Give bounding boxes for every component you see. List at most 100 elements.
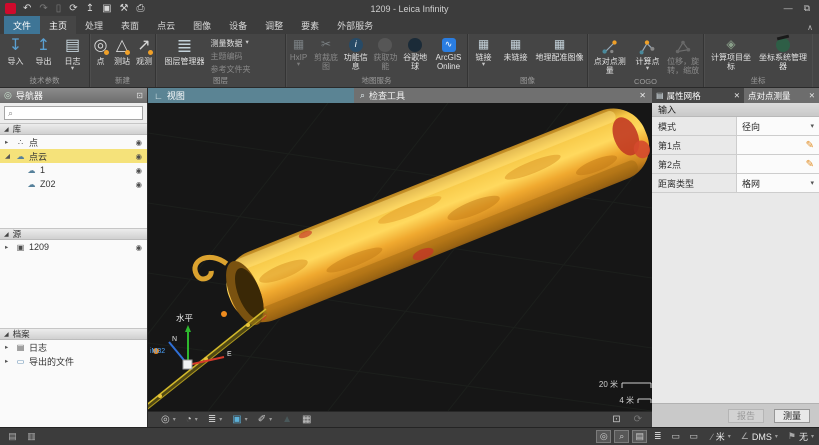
expand-icon[interactable]: ▸ — [5, 243, 12, 251]
new-station-button[interactable]: △ 测站 — [111, 35, 133, 78]
collapse-ribbon-button[interactable]: ∧ — [807, 23, 813, 32]
tree-item-points[interactable]: ▸ ∴ 点 ◉ — [0, 135, 147, 149]
angle-unit-selector[interactable]: ∠ DMS ▾ — [741, 431, 778, 442]
grid-toggle[interactable]: ▦ — [302, 414, 311, 425]
visibility-eye-icon[interactable]: ◉ — [135, 166, 142, 175]
compute-point-button[interactable]: 计算点 ▾ — [632, 35, 664, 78]
visibility-eye-icon[interactable]: ◉ — [135, 180, 142, 189]
point-to-point-caption[interactable]: 点对点测量 ✕ — [744, 88, 819, 103]
section-source[interactable]: ◢ 源 — [0, 228, 147, 240]
compute-project-coordinates-button[interactable]: ◈ 计算项目坐标 — [706, 35, 756, 78]
search-box[interactable]: ⌕ — [4, 106, 143, 120]
tab-home[interactable]: 主页 — [40, 16, 76, 34]
expand-icon[interactable]: ◢ — [5, 152, 12, 160]
undo-icon[interactable]: ↶ — [23, 3, 31, 14]
measurement-data-button[interactable]: 测量数据 ▾ — [211, 38, 283, 49]
hxip-button[interactable]: ▦ HxIP ▾ — [286, 35, 311, 78]
tree-item-source-1209[interactable]: ▸ ▣ 1209 ◉ — [0, 240, 147, 254]
print-icon[interactable]: ⎙ — [137, 3, 145, 14]
point-style-dropdown[interactable]: ▣ ▾ — [232, 414, 247, 425]
pane-toggle-1-icon[interactable]: ▤ — [5, 430, 20, 443]
reports-button[interactable]: ▤ 日志 ▾ — [58, 35, 88, 78]
section-library[interactable]: ◢ 库 — [0, 123, 147, 135]
distance-unit-selector[interactable]: ∕ 米 ▾ — [711, 430, 731, 443]
report-button[interactable]: 报告 — [728, 409, 764, 423]
paint-tool-dropdown[interactable]: ✐ ▾ — [258, 414, 272, 425]
tree-item-cloud-z02[interactable]: ☁ Z02 ◉ — [0, 177, 147, 191]
layer-display-dropdown[interactable]: ≣ ▾ — [208, 414, 222, 425]
3d-canvas[interactable]: 水平 N E iM32 20 米 4 米 — [148, 103, 652, 411]
tab-features[interactable]: 要素 — [292, 16, 328, 34]
tree-item-exported-files[interactable]: ▸ ▭ 导出的文件 — [0, 354, 147, 368]
visibility-eye-icon[interactable]: ◉ — [135, 243, 142, 252]
close-icon[interactable]: ✕ — [809, 91, 815, 100]
close-icon[interactable]: ✕ — [734, 91, 740, 100]
report-toggle-icon[interactable]: ▭ — [668, 430, 683, 443]
navigator-toggle-icon[interactable]: ◎ — [596, 430, 611, 443]
measure-button[interactable]: 测量 — [774, 409, 810, 423]
redo-icon[interactable]: ↷ — [39, 3, 47, 14]
visibility-eye-icon[interactable]: ◉ — [135, 152, 142, 161]
edit-pencil-icon[interactable]: ✎ — [806, 159, 814, 170]
inspect-tools-caption[interactable]: ⌕ 检查工具 ✕ — [354, 88, 652, 103]
pane-toggle-2-icon[interactable]: ▥ — [24, 430, 39, 443]
tree-item-cloud-1[interactable]: ☁ 1 ◉ — [0, 163, 147, 177]
tab-file[interactable]: 文件 — [4, 16, 40, 34]
property-grid-caption[interactable]: ▤ 属性网格 ✕ — [652, 88, 744, 103]
tools-icon[interactable]: ⚒ — [120, 3, 129, 14]
tab-point-clouds[interactable]: 点云 — [148, 16, 184, 34]
restore-button[interactable]: ⧉ — [804, 3, 810, 14]
edit-pencil-icon[interactable]: ✎ — [806, 140, 814, 151]
tree-item-point-clouds[interactable]: ◢ ☁ 点云 ◉ — [0, 149, 147, 163]
theme-coding-button[interactable]: 主题编码 — [211, 51, 283, 62]
tab-instruments[interactable]: 设备 — [220, 16, 256, 34]
import-button[interactable]: ↧ 导入 — [2, 35, 30, 78]
panel-pin-icon[interactable]: ⊡ — [136, 91, 143, 100]
section-archive[interactable]: ◢ 档案 — [0, 328, 147, 340]
reference-folder-button[interactable]: 参考文件夹 — [211, 64, 283, 75]
tab-processing[interactable]: 处理 — [76, 16, 112, 34]
mode-select[interactable]: 径向 ▾ — [736, 117, 819, 135]
render-mode-dropdown[interactable]: ◔ ▾ — [186, 414, 198, 425]
export-project-icon[interactable]: ↥ — [86, 3, 94, 14]
delete-icon[interactable]: ▯ — [56, 3, 62, 14]
folder-toggle-icon[interactable]: ▭ — [686, 430, 701, 443]
minimize-button[interactable]: — — [784, 3, 793, 14]
distance-type-select[interactable]: 格网 ▾ — [736, 174, 819, 192]
clip-basemap-button[interactable]: ✂ 剪裁底图 — [311, 35, 341, 78]
arcgis-online-button[interactable]: ∿ ArcGIS Online — [430, 35, 467, 78]
reset-view-button[interactable]: ⟳ — [634, 414, 642, 425]
unlink-image-button[interactable]: ▦ 未链接 — [499, 35, 533, 78]
export-button[interactable]: ↥ 导出 — [30, 35, 58, 78]
terrain-toggle[interactable]: ▲ — [282, 414, 292, 425]
expand-icon[interactable]: ▸ — [5, 343, 12, 351]
point2-field[interactable]: ✎ — [736, 155, 819, 173]
google-earth-button[interactable]: 谷歌地球 — [400, 35, 430, 78]
new-observation-button[interactable]: ↗ 观测 — [133, 35, 155, 78]
window-icon[interactable]: ▣ — [102, 3, 111, 14]
tab-images[interactable]: 图像 — [184, 16, 220, 34]
property-grid-toggle-icon[interactable]: ▤ — [632, 430, 647, 443]
layers-toggle-icon[interactable]: ≣ — [650, 430, 665, 443]
feature-info-button[interactable]: i 功能信息 — [341, 35, 371, 78]
inspect-toggle-icon[interactable]: ⌕ — [614, 430, 629, 443]
link-image-button[interactable]: ▦ 链接 ▾ — [469, 35, 499, 78]
tree-item-reports[interactable]: ▸ ▤ 日志 — [0, 340, 147, 354]
sync-icon[interactable]: ⟳ — [69, 3, 77, 14]
zoom-extents-button[interactable]: ⊡ — [612, 414, 620, 425]
coordinate-system-manager-button[interactable]: 坐标系统管理器 — [756, 35, 810, 78]
search-input[interactable] — [16, 108, 139, 118]
new-point-button[interactable]: ◎ 点 — [90, 35, 111, 78]
visibility-dropdown[interactable]: ◎ ▾ — [161, 414, 176, 425]
point-to-point-measure-button[interactable]: 点对点测量 — [588, 35, 632, 78]
tab-surfaces[interactable]: 表面 — [112, 16, 148, 34]
expand-icon[interactable]: ▸ — [5, 357, 12, 365]
get-features-button[interactable]: 获取功能 — [371, 35, 401, 78]
georeference-image-button[interactable]: ▦ 地理配准图像 — [533, 35, 587, 78]
visibility-eye-icon[interactable]: ◉ — [135, 138, 142, 147]
view-caption[interactable]: ∟ 视图 — [148, 88, 354, 103]
coding-flag-selector[interactable]: ⚑ 无 ▾ — [788, 430, 814, 443]
tab-external-services[interactable]: 外部服务 — [328, 16, 382, 34]
move-rotate-scale-button[interactable]: 位移，旋转，缩放 — [663, 35, 703, 78]
tab-adjustments[interactable]: 调整 — [256, 16, 292, 34]
